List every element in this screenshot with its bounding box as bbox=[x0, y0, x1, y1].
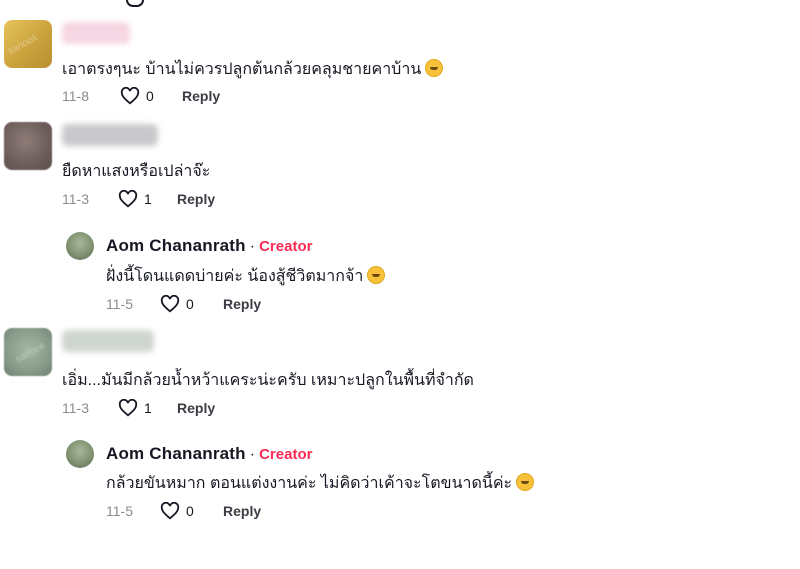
like-button[interactable]: 0 bbox=[160, 295, 194, 313]
like-count: 1 bbox=[144, 191, 152, 207]
commenter-name[interactable] bbox=[62, 22, 130, 44]
like-button[interactable]: 1 bbox=[118, 190, 152, 208]
commenter-avatar[interactable]: sanook bbox=[4, 20, 52, 68]
flushed-face-emoji-icon bbox=[425, 59, 444, 77]
commenter-avatar[interactable] bbox=[4, 122, 52, 170]
commenter-avatar[interactable]: sanook bbox=[4, 328, 52, 376]
like-button[interactable]: 1 bbox=[118, 399, 152, 417]
creator-badge: Creator bbox=[259, 238, 313, 255]
sweat-smile-emoji-icon bbox=[516, 473, 535, 491]
creator-avatar[interactable] bbox=[66, 232, 94, 260]
reply-button[interactable]: Reply bbox=[223, 503, 261, 519]
comment-date: 11-5 bbox=[106, 503, 133, 519]
comment-date: 11-3 bbox=[62, 400, 89, 416]
comment-text: ยืดหาแสงหรือเปล่าจ๊ะ bbox=[62, 163, 211, 180]
separator-dot: · bbox=[249, 446, 256, 463]
previous-comment-remnant bbox=[100, 0, 240, 7]
comment-date: 11-5 bbox=[106, 296, 133, 312]
comment-text: เอิ่ม...มันมีกล้วยน้ำหว้าแคระน่ะครับ เหม… bbox=[62, 372, 474, 389]
comment-text: กล้วยขันหมาก ตอนแต่งงานค่ะ ไม่คิดว่าเค้า… bbox=[106, 471, 535, 496]
like-count: 0 bbox=[186, 503, 194, 519]
commenter-name[interactable] bbox=[62, 330, 154, 352]
comment-date: 11-8 bbox=[62, 88, 89, 104]
sweat-smile-emoji-icon bbox=[367, 266, 386, 284]
creator-avatar[interactable] bbox=[66, 440, 94, 468]
like-count: 0 bbox=[186, 296, 194, 312]
like-button[interactable]: 0 bbox=[160, 502, 194, 520]
reply-button[interactable]: Reply bbox=[177, 400, 215, 416]
like-count: 0 bbox=[146, 88, 154, 104]
commenter-name[interactable] bbox=[62, 124, 158, 146]
creator-badge: Creator bbox=[259, 446, 313, 463]
heart-icon bbox=[160, 295, 180, 313]
comment-text: เอาตรงๆนะ บ้านไม่ควรปลูกต้นกล้วยคลุมชายค… bbox=[62, 57, 444, 82]
like-button[interactable]: 0 bbox=[120, 87, 154, 105]
heart-icon bbox=[118, 399, 138, 417]
author-name[interactable]: Aom Chananrath bbox=[106, 236, 246, 256]
comment-date: 11-3 bbox=[62, 191, 89, 207]
reply-button[interactable]: Reply bbox=[223, 296, 261, 312]
heart-icon bbox=[118, 190, 138, 208]
separator-dot: · bbox=[249, 238, 256, 255]
heart-icon bbox=[120, 87, 140, 105]
heart-icon bbox=[160, 502, 180, 520]
like-count: 1 bbox=[144, 400, 152, 416]
comment-text: ฝั่งนี้โดนแดดบ่ายค่ะ น้องสู้ชีวิตมากจ้า bbox=[106, 264, 386, 289]
author-name[interactable]: Aom Chananrath bbox=[106, 444, 246, 464]
reply-header: Aom Chananrath · Creator bbox=[106, 236, 312, 256]
reply-button[interactable]: Reply bbox=[177, 191, 215, 207]
reply-button[interactable]: Reply bbox=[182, 88, 220, 104]
reply-header: Aom Chananrath · Creator bbox=[106, 444, 312, 464]
